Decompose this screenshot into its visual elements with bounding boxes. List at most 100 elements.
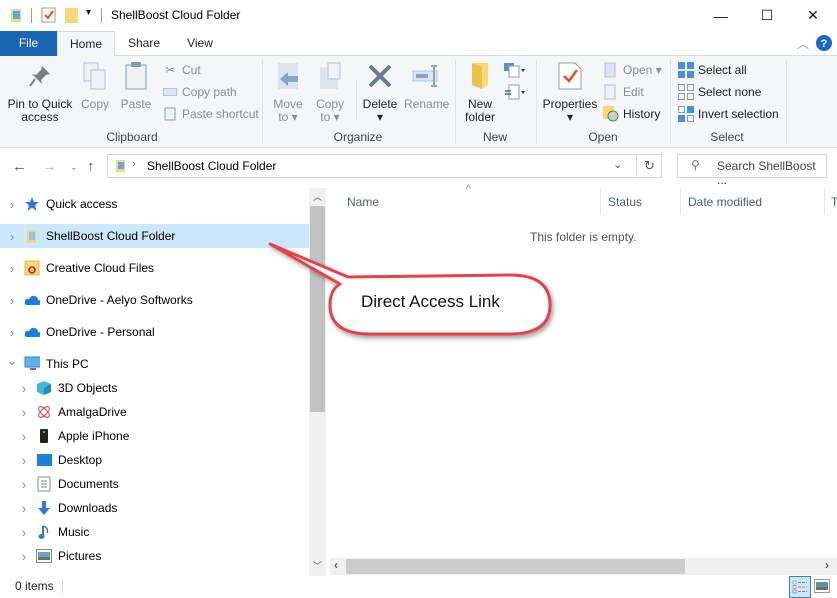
new-folder-quick-icon[interactable] xyxy=(64,7,80,26)
nav-item[interactable]: › Apple iPhone xyxy=(0,424,309,448)
nav-item[interactable]: ⌄ This PC xyxy=(0,352,309,376)
content-horizontal-scrollbar[interactable]: ‹ › xyxy=(330,558,837,575)
scroll-right-icon[interactable]: › xyxy=(825,558,829,572)
group-label-clipboard: Clipboard xyxy=(106,130,158,144)
callout-bubble-shape xyxy=(268,242,552,336)
cloud-folder-icon xyxy=(10,7,24,26)
details-view-icon[interactable] xyxy=(789,576,811,598)
nav-item[interactable]: › Pictures xyxy=(0,544,309,568)
copy-path-button[interactable]: Copy path xyxy=(162,82,237,102)
column-header-status[interactable]: Status xyxy=(608,195,642,209)
minimize-button[interactable]: — xyxy=(698,0,744,31)
sort-ascending-icon: ^ xyxy=(466,184,471,195)
open-icon xyxy=(603,62,619,78)
address-input[interactable]: › ShellBoost Cloud Folder ⌄ ↻ xyxy=(107,154,662,178)
chevron-right-icon[interactable]: › xyxy=(6,197,18,212)
recent-locations-chevron-icon[interactable]: ⌄ xyxy=(70,162,78,173)
chevron-right-icon[interactable]: › xyxy=(18,525,30,540)
invert-selection-button[interactable]: Invert selection xyxy=(678,104,779,124)
chevron-right-icon[interactable]: › xyxy=(18,429,30,444)
select-none-button[interactable]: Select none xyxy=(678,82,761,102)
chevron-right-icon[interactable]: › xyxy=(18,381,30,396)
edit-button[interactable]: Edit xyxy=(603,82,644,102)
chevron-right-icon[interactable]: › xyxy=(18,405,30,420)
nav-item[interactable]: › Music xyxy=(0,520,309,544)
properties-quick-icon[interactable] xyxy=(41,7,57,26)
easy-access-icon[interactable] xyxy=(503,84,525,103)
maximize-button[interactable]: ☐ xyxy=(744,0,790,31)
history-button[interactable]: History xyxy=(603,104,660,124)
new-item-icon[interactable] xyxy=(503,62,525,81)
up-arrow-icon[interactable]: ↑ xyxy=(87,158,95,175)
tab-file[interactable]: File xyxy=(0,31,57,56)
chevron-down-icon[interactable]: ⌄ xyxy=(6,353,18,369)
move-to-button[interactable]: Move to ▾ xyxy=(268,60,308,124)
copy-to-button[interactable]: Copy to ▾ xyxy=(310,60,350,124)
search-input[interactable]: ⚲ Search ShellBoost ... xyxy=(677,154,827,187)
chevron-right-icon[interactable]: › xyxy=(18,477,30,492)
documents-icon xyxy=(36,476,52,492)
new-folder-button[interactable]: New folder xyxy=(460,60,500,124)
nav-item-label: OneDrive - Aelyo Softworks xyxy=(46,293,193,307)
nav-item[interactable]: › AmalgaDrive xyxy=(0,400,309,424)
nav-item-label: Music xyxy=(58,525,90,539)
forward-arrow-icon[interactable]: → xyxy=(42,158,57,175)
chevron-right-icon[interactable]: › xyxy=(6,229,18,244)
close-button[interactable]: ✕ xyxy=(790,0,836,31)
chevron-right-icon[interactable]: › xyxy=(6,261,18,276)
breadcrumb-separator-icon: › xyxy=(132,158,136,170)
scroll-up-icon[interactable]: ︿ xyxy=(313,190,322,203)
cloud-folder-icon xyxy=(115,159,127,176)
pin-to-quick-access-button[interactable]: Pin to Quick access xyxy=(4,60,76,124)
help-icon[interactable]: ? xyxy=(815,34,833,55)
scroll-down-icon[interactable]: ﹀ xyxy=(313,559,322,572)
nav-item[interactable]: › Documents xyxy=(0,472,309,496)
copy-button[interactable]: Copy xyxy=(78,60,112,111)
nav-item-label: This PC xyxy=(46,357,89,371)
delete-button[interactable]: Delete ▾ xyxy=(360,60,400,124)
cut-button[interactable]: ✂ Cut xyxy=(162,60,201,80)
pictures-icon xyxy=(36,548,52,564)
nav-item[interactable]: › 3D Objects xyxy=(0,376,309,400)
column-header-date-modified[interactable]: Date modified xyxy=(688,195,762,209)
large-icons-view-icon[interactable] xyxy=(814,579,830,596)
scrollbar-thumb[interactable] xyxy=(346,559,685,574)
select-all-button[interactable]: Select all xyxy=(678,60,747,80)
address-dropdown-icon[interactable]: ⌄ xyxy=(613,158,622,171)
properties-icon xyxy=(554,60,586,92)
open-button[interactable]: Open ▾ xyxy=(603,60,662,80)
nav-item-label: Pictures xyxy=(58,549,102,563)
paste-button[interactable]: Paste xyxy=(118,60,154,111)
customize-quick-access-icon[interactable]: ▾ xyxy=(86,7,91,18)
breadcrumb-item[interactable]: ShellBoost Cloud Folder xyxy=(147,159,276,173)
desktop-icon xyxy=(36,452,52,468)
collapse-ribbon-icon[interactable]: ︿ xyxy=(797,35,809,52)
refresh-icon[interactable]: ↻ xyxy=(644,158,655,174)
chevron-right-icon[interactable]: › xyxy=(18,501,30,516)
phone-icon xyxy=(36,428,52,444)
chevron-right-icon[interactable]: › xyxy=(6,293,18,308)
rename-button[interactable]: Rename xyxy=(404,60,449,111)
select-all-icon xyxy=(678,62,694,78)
nav-item[interactable]: › Desktop xyxy=(0,448,309,472)
onedrive-icon xyxy=(24,324,40,340)
search-icon: ⚲ xyxy=(691,158,700,172)
paste-shortcut-button[interactable]: Paste shortcut xyxy=(162,104,259,124)
tab-home[interactable]: Home xyxy=(57,31,115,57)
scroll-left-icon[interactable]: ‹ xyxy=(334,558,338,572)
nav-item[interactable]: › Downloads xyxy=(0,496,309,520)
back-arrow-icon[interactable]: ← xyxy=(12,158,27,175)
column-header-name[interactable]: Name xyxy=(347,195,379,209)
chevron-right-icon[interactable]: › xyxy=(18,549,30,564)
tab-view[interactable]: View xyxy=(176,31,224,56)
copy-to-icon xyxy=(314,60,346,92)
group-label-organize: Organize xyxy=(333,130,383,144)
tab-share[interactable]: Share xyxy=(120,31,168,56)
chevron-right-icon[interactable]: › xyxy=(18,453,30,468)
column-header-type[interactable]: T xyxy=(831,195,837,209)
status-bar: 0 items xyxy=(0,576,837,598)
chevron-right-icon[interactable]: › xyxy=(6,325,18,340)
nav-item[interactable]: › Quick access xyxy=(0,192,309,216)
properties-button[interactable]: Properties ▾ xyxy=(540,60,600,124)
scissors-icon: ✂ xyxy=(164,63,176,77)
